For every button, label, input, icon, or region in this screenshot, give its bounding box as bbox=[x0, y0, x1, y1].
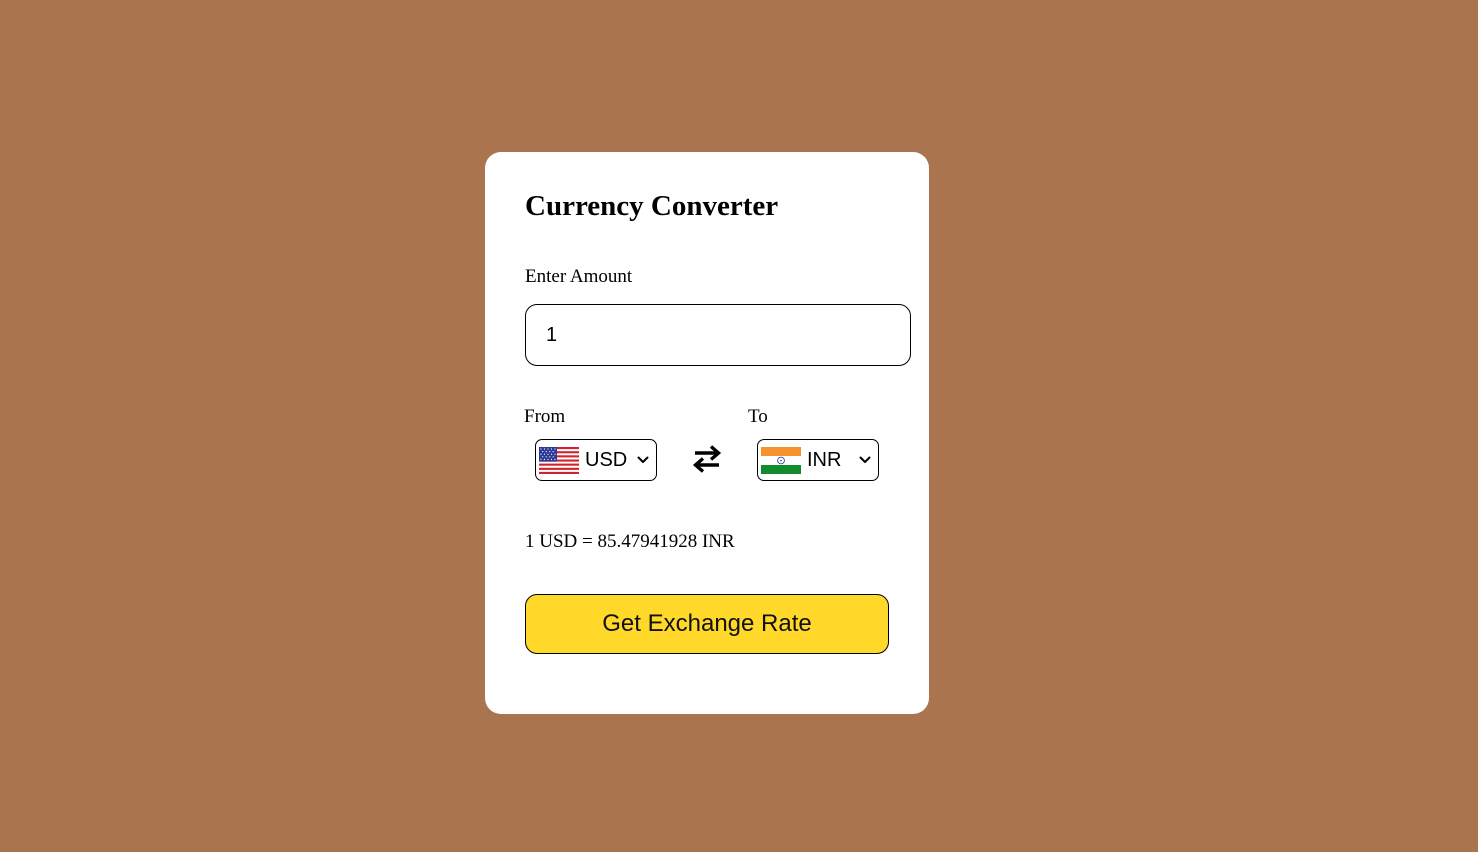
converter-card: Currency Converter Enter Amount From To … bbox=[485, 152, 929, 714]
chevron-down-icon bbox=[859, 456, 871, 463]
from-currency-select[interactable]: USD bbox=[535, 439, 657, 481]
swap-currencies-button[interactable] bbox=[690, 442, 724, 476]
from-currency-code: USD bbox=[585, 448, 628, 471]
to-currency-select[interactable]: INR bbox=[757, 439, 879, 481]
from-label: From bbox=[524, 406, 566, 427]
get-exchange-rate-button[interactable]: Get Exchange Rate bbox=[525, 594, 889, 654]
amount-label: Enter Amount bbox=[525, 266, 633, 287]
swap-arrows-icon bbox=[692, 445, 722, 473]
to-currency-code: INR bbox=[807, 448, 842, 471]
us-flag-icon bbox=[539, 446, 579, 474]
to-label: To bbox=[748, 406, 768, 427]
exchange-rate-result: 1 USD = 85.47941928 INR bbox=[525, 531, 735, 552]
india-flag-icon bbox=[761, 446, 801, 474]
amount-input[interactable] bbox=[525, 304, 911, 366]
chevron-down-icon bbox=[637, 456, 649, 463]
page-title: Currency Converter bbox=[525, 190, 779, 222]
